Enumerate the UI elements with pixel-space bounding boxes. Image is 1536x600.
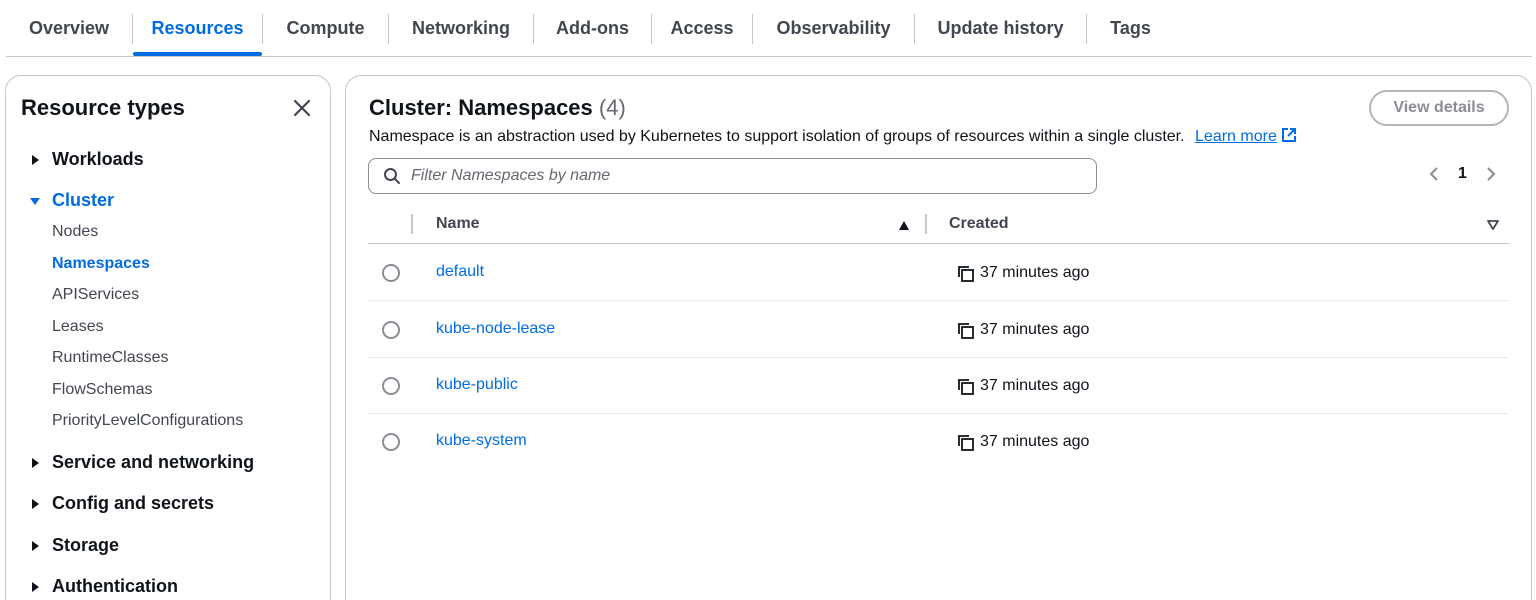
- tab-resources[interactable]: Resources: [133, 0, 262, 56]
- tab-overview[interactable]: Overview: [6, 0, 132, 56]
- view-details-button[interactable]: View details: [1369, 90, 1509, 126]
- row-radio[interactable]: [382, 377, 400, 395]
- filter-input[interactable]: [411, 167, 1071, 185]
- sidebar-item-leases[interactable]: Leases: [52, 318, 104, 336]
- created-time: 37 minutes ago: [980, 264, 1090, 281]
- tab-add-ons[interactable]: Add-ons: [534, 0, 651, 56]
- external-link-icon[interactable]: [1281, 127, 1297, 143]
- tab-bar: Overview Resources Compute Networking Ad…: [6, 0, 1532, 57]
- resource-types-panel: Resource types Workloads Cluster Nodes N…: [5, 75, 331, 600]
- namespace-name-link[interactable]: default: [436, 263, 484, 281]
- description-text: Namespace is an abstraction used by Kube…: [369, 128, 1185, 145]
- caret-right-icon: [32, 498, 39, 509]
- table-row[interactable]: kube-node-lease 37 minutes ago: [368, 302, 1509, 358]
- copy-icon[interactable]: [957, 322, 975, 340]
- copy-icon[interactable]: [957, 378, 975, 396]
- sidebar-item-prioritylevelconfigurations[interactable]: PriorityLevelConfigurations: [52, 412, 243, 430]
- namespace-name-link[interactable]: kube-public: [436, 376, 518, 394]
- table-row[interactable]: default 37 minutes ago: [368, 245, 1509, 301]
- tab-tags[interactable]: Tags: [1087, 0, 1174, 56]
- copy-icon[interactable]: [957, 265, 975, 283]
- column-divider: [925, 214, 927, 234]
- caret-down-icon: [30, 197, 40, 205]
- caret-right-icon: [32, 154, 39, 165]
- sidebar-group-storage[interactable]: Storage: [28, 535, 119, 556]
- tab-resources-label: Resources: [151, 17, 244, 38]
- chevron-left-icon: [1429, 167, 1438, 181]
- namespace-name-link[interactable]: kube-system: [436, 432, 527, 450]
- column-header-created[interactable]: Created: [949, 215, 1009, 233]
- page-number[interactable]: 1: [1458, 165, 1467, 183]
- sidebar-group-label: Storage: [52, 535, 120, 555]
- created-time: 37 minutes ago: [980, 321, 1090, 338]
- sidebar-item-namespaces[interactable]: Namespaces: [52, 255, 150, 273]
- learn-more-label: Learn more: [1195, 128, 1277, 145]
- tab-update-history[interactable]: Update history: [915, 0, 1086, 56]
- previous-page-button[interactable]: [1426, 164, 1442, 184]
- table-row[interactable]: kube-public 37 minutes ago: [368, 358, 1509, 414]
- filter-field[interactable]: [368, 158, 1097, 194]
- sidebar-group-workloads[interactable]: Workloads: [28, 149, 144, 170]
- sidebar-group-service-and-networking[interactable]: Service and networking: [28, 452, 254, 473]
- row-radio[interactable]: [382, 321, 400, 339]
- caret-right-icon: [32, 540, 39, 551]
- sort-ascending-icon[interactable]: [898, 219, 910, 231]
- sidebar-item-apiservices[interactable]: APIServices: [52, 286, 139, 304]
- tab-compute[interactable]: Compute: [263, 0, 388, 56]
- next-page-button[interactable]: [1483, 164, 1499, 184]
- tab-access[interactable]: Access: [652, 0, 752, 56]
- description: Namespace is an abstraction used by Kube…: [369, 127, 1297, 146]
- created-time: 37 minutes ago: [980, 433, 1090, 450]
- column-header-name[interactable]: Name: [436, 215, 480, 233]
- sidebar-group-cluster[interactable]: Cluster: [28, 190, 114, 211]
- close-icon[interactable]: [292, 98, 312, 118]
- namespace-name-link[interactable]: kube-node-lease: [436, 320, 555, 338]
- learn-more-link[interactable]: Learn more: [1195, 128, 1277, 145]
- caret-right-icon: [32, 457, 39, 468]
- sidebar-group-authentication[interactable]: Authentication: [28, 576, 178, 597]
- title-text: Cluster: Namespaces: [369, 95, 593, 120]
- created-time: 37 minutes ago: [980, 377, 1090, 394]
- sort-descending-icon[interactable]: [1487, 219, 1499, 231]
- chevron-right-icon: [1487, 167, 1496, 181]
- namespace-count: (4): [598, 95, 626, 120]
- row-radio[interactable]: [382, 433, 400, 451]
- tab-networking[interactable]: Networking: [389, 0, 533, 56]
- sidebar-group-label: Cluster: [52, 190, 115, 210]
- table-header: Name Created: [368, 210, 1509, 244]
- copy-icon[interactable]: [957, 434, 975, 452]
- sidebar-group-label: Service and networking: [52, 452, 255, 472]
- row-radio[interactable]: [382, 264, 400, 282]
- pagination: 1: [1426, 164, 1499, 184]
- active-tab-indicator: [133, 52, 262, 56]
- sidebar-group-label: Authentication: [52, 576, 178, 596]
- column-divider: [411, 214, 413, 234]
- panel-title: Resource types: [21, 95, 185, 120]
- sidebar-item-nodes[interactable]: Nodes: [52, 223, 98, 241]
- tab-observability[interactable]: Observability: [753, 0, 914, 56]
- sidebar-item-runtimeclasses[interactable]: RuntimeClasses: [52, 349, 168, 367]
- sidebar-group-label: Config and secrets: [52, 493, 215, 513]
- table-row[interactable]: kube-system 37 minutes ago: [368, 414, 1509, 470]
- sidebar-item-flowschemas[interactable]: FlowSchemas: [52, 381, 152, 399]
- sidebar-group-label: Workloads: [52, 149, 144, 169]
- sidebar-group-config-and-secrets[interactable]: Config and secrets: [28, 493, 214, 514]
- namespaces-panel: Cluster: Namespaces (4) View details Nam…: [345, 75, 1532, 600]
- search-icon: [384, 168, 400, 184]
- page-title: Cluster: Namespaces (4): [369, 95, 626, 121]
- caret-right-icon: [32, 581, 39, 592]
